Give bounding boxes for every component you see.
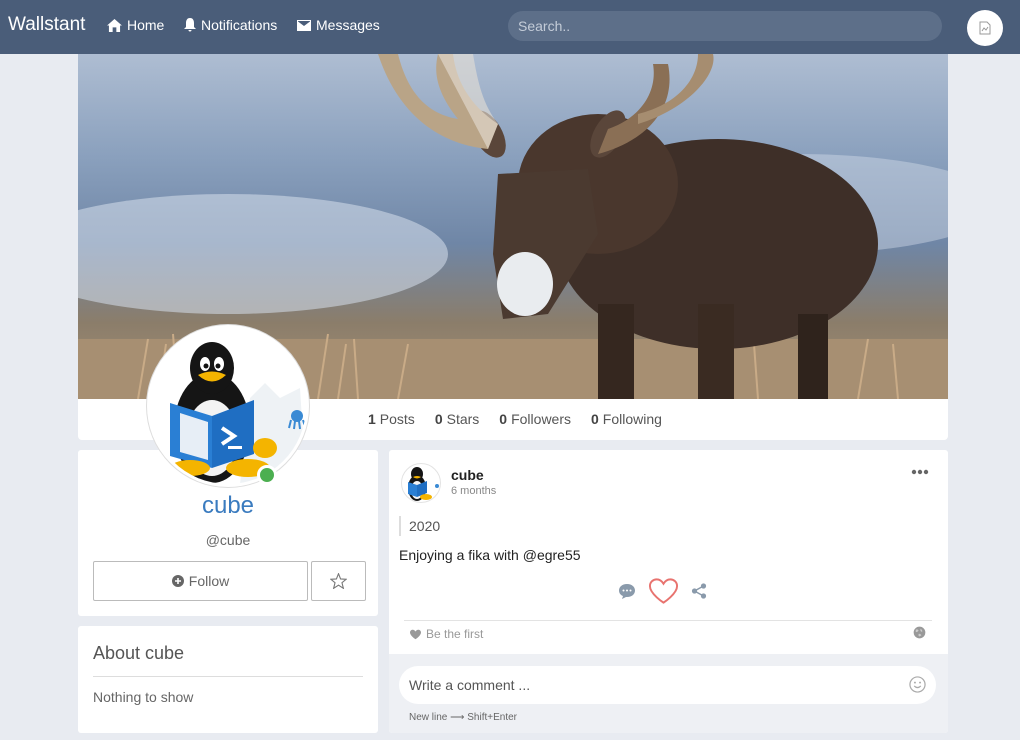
- post-author-name[interactable]: cube: [451, 467, 484, 483]
- home-icon: [107, 18, 122, 32]
- post-actions: [618, 577, 707, 605]
- nav-notifications[interactable]: Notifications: [184, 17, 277, 33]
- comment-section: New line ⟶ Shift+Enter: [389, 654, 948, 733]
- search-input[interactable]: [508, 11, 942, 41]
- broken-image-icon: [979, 21, 991, 35]
- share-icon[interactable]: [691, 583, 707, 599]
- post-card: cube 6 months 2020 Enjoying a fika with …: [389, 450, 948, 733]
- nav-home[interactable]: Home: [107, 17, 164, 33]
- small-heart-icon: [410, 629, 421, 639]
- smiley-icon: [909, 676, 926, 693]
- profile-name: cube: [201, 492, 255, 519]
- globe-icon: [913, 626, 926, 639]
- post-text: Enjoying a fika with @egre55: [399, 547, 581, 563]
- stat-following[interactable]: 0 Following: [591, 411, 662, 427]
- post-quote: 2020: [399, 516, 440, 536]
- stars-count: 0: [434, 411, 443, 427]
- star-button[interactable]: [311, 561, 366, 601]
- posts-label: Posts: [379, 411, 415, 427]
- nav-messages-label: Messages: [316, 17, 380, 33]
- user-avatar-menu[interactable]: [967, 10, 1003, 46]
- profile-avatar[interactable]: [147, 325, 309, 487]
- about-title: About cube: [93, 643, 185, 663]
- posts-count: 1: [368, 411, 376, 427]
- post-timestamp: 6 months: [451, 485, 497, 497]
- penguin-avatar-image: [150, 328, 306, 484]
- heart-icon[interactable]: [648, 577, 679, 605]
- post-author-avatar[interactable]: [401, 463, 441, 503]
- nav-home-label: Home: [127, 17, 165, 33]
- nav-notifications-label: Notifications: [201, 17, 278, 33]
- envelope-icon: [297, 19, 311, 31]
- about-text: Nothing to show: [93, 689, 194, 705]
- more-dots-icon: [911, 469, 929, 475]
- following-label: Following: [602, 411, 662, 427]
- comment-input[interactable]: [399, 666, 936, 704]
- about-card: About cube Nothing to show: [78, 626, 378, 733]
- emoji-button[interactable]: [909, 676, 926, 698]
- followers-count: 0: [499, 411, 508, 427]
- followers-label: Followers: [511, 411, 571, 427]
- follow-button[interactable]: Follow: [93, 561, 308, 601]
- profile-stats: 1 Posts 0 Stars 0 Followers 0 Following: [368, 411, 662, 427]
- post-divider: [404, 620, 932, 621]
- post-options-menu[interactable]: [911, 462, 929, 480]
- bell-icon: [184, 18, 196, 32]
- stat-posts[interactable]: 1 Posts: [368, 411, 415, 427]
- penguin-avatar-icon: [408, 467, 439, 501]
- top-navbar: Wallstant Home Notifications Messages: [0, 0, 1020, 54]
- comment-icon[interactable]: [618, 583, 636, 599]
- follow-label: Follow: [188, 573, 230, 589]
- likes-text: Be the first: [426, 627, 484, 641]
- likes-summary[interactable]: Be the first: [409, 627, 483, 641]
- stat-stars[interactable]: 0 Stars: [435, 411, 479, 427]
- comment-hint: New line ⟶ Shift+Enter: [409, 712, 517, 723]
- online-status-dot: [257, 465, 277, 485]
- privacy-globe[interactable]: [913, 626, 926, 644]
- profile-handle: @cube: [205, 532, 251, 548]
- following-count: 0: [591, 411, 599, 427]
- stars-label: Stars: [446, 411, 480, 427]
- plus-circle-icon: [171, 575, 184, 587]
- brand-logo[interactable]: Wallstant: [8, 14, 85, 36]
- stat-followers[interactable]: 0 Followers: [499, 411, 571, 427]
- about-divider: [93, 676, 363, 677]
- star-icon: [330, 573, 347, 589]
- nav-messages[interactable]: Messages: [297, 17, 380, 33]
